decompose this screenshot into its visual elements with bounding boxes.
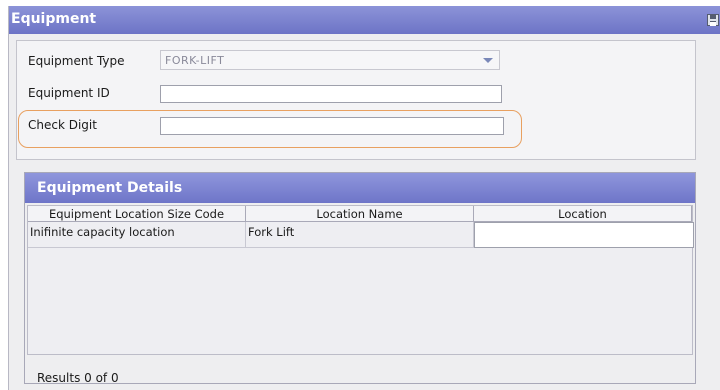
equipment-details-table: Equipment Location Size Code Location Na…: [27, 205, 694, 355]
equipment-id-label: Equipment ID: [28, 86, 110, 100]
equipment-details-panel: Equipment Details Equipment Location Siz…: [24, 172, 696, 385]
table-cell-location-input[interactable]: [474, 222, 694, 248]
equipment-details-header: Equipment Details: [25, 173, 695, 203]
equipment-type-label: Equipment Type: [28, 54, 125, 68]
chevron-down-icon[interactable]: [483, 58, 493, 63]
column-header-size-code[interactable]: Equipment Location Size Code: [28, 206, 246, 222]
check-digit-input[interactable]: [160, 117, 504, 135]
column-header-location-name[interactable]: Location Name: [246, 206, 474, 222]
table-cell-location-name[interactable]: Fork Lift: [246, 222, 474, 248]
column-header-location[interactable]: Location: [474, 206, 692, 222]
check-digit-label: Check Digit: [28, 118, 97, 132]
equipment-type-value: FORK-LIFT: [165, 54, 225, 67]
equipment-type-select[interactable]: FORK-LIFT: [160, 50, 500, 70]
equipment-id-input[interactable]: [160, 85, 502, 103]
save-icon[interactable]: [707, 14, 719, 26]
results-count: Results 0 of 0: [37, 371, 119, 385]
equipment-details-title: Equipment Details: [37, 180, 183, 196]
window-title: Equipment: [11, 11, 97, 27]
table-cell-size-code[interactable]: Inifinite capacity location: [28, 222, 246, 248]
window-titlebar: Equipment: [9, 6, 720, 34]
